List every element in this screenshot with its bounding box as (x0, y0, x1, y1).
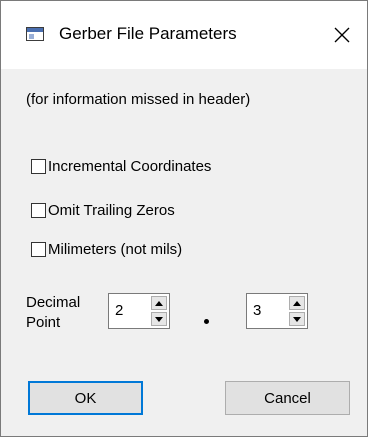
omit-trailing-zeros-option[interactable]: Omit Trailing Zeros (31, 200, 175, 220)
arrow-up-icon (293, 300, 301, 306)
decimal-separator-dot (204, 319, 209, 324)
arrow-down-icon (293, 316, 301, 322)
integer-digits-spinner[interactable]: 2 (108, 293, 170, 329)
checkbox-label: Milimeters (not mils) (48, 240, 183, 258)
integer-digits-value[interactable]: 2 (115, 302, 123, 319)
close-button[interactable] (321, 15, 363, 55)
window-app-icon (26, 27, 44, 41)
close-icon (334, 27, 350, 43)
decimal-point-label: Decimal Point (26, 293, 80, 333)
ok-button[interactable]: OK (28, 381, 143, 415)
fraction-digits-spinner[interactable]: 3 (246, 293, 308, 329)
arrow-up-icon (155, 300, 163, 306)
fraction-digits-down-button[interactable] (289, 312, 305, 326)
fraction-digits-value[interactable]: 3 (253, 302, 261, 319)
info-text: (for information missed in header) (26, 91, 251, 108)
checkbox-label: Omit Trailing Zeros (48, 201, 175, 219)
incremental-coordinates-checkbox[interactable] (31, 158, 46, 174)
incremental-coordinates-option[interactable]: Incremental Coordinates (31, 156, 211, 176)
checkbox-label: Incremental Coordinates (48, 157, 212, 175)
window-title: Gerber File Parameters (59, 24, 237, 43)
gerber-parameters-dialog: Gerber File Parameters (for information … (0, 0, 368, 437)
omit-trailing-zeros-checkbox[interactable] (31, 202, 46, 218)
millimeters-checkbox[interactable] (31, 241, 46, 257)
decimal-point-label-line1: Decimal (26, 294, 81, 311)
fraction-digits-up-button[interactable] (289, 296, 305, 310)
decimal-point-label-line2: Point (26, 314, 61, 331)
cancel-button[interactable]: Cancel (225, 381, 350, 415)
arrow-down-icon (155, 316, 163, 322)
millimeters-option[interactable]: Milimeters (not mils) (31, 239, 182, 259)
title-bar: Gerber File Parameters (1, 1, 367, 69)
integer-digits-down-button[interactable] (151, 312, 167, 326)
integer-digits-up-button[interactable] (151, 296, 167, 310)
